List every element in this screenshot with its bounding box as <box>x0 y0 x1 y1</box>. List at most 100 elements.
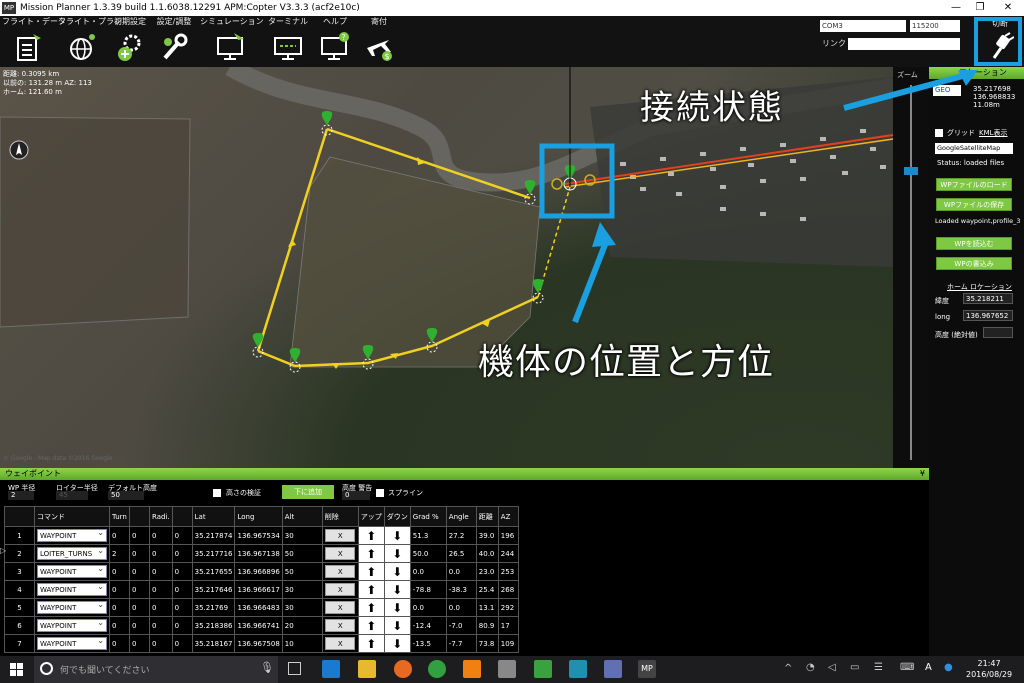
delete-button[interactable]: X <box>321 634 359 653</box>
chevron-up-icon[interactable]: ^ <box>784 663 792 674</box>
vlc-icon[interactable] <box>463 660 481 678</box>
lat-cell[interactable]: 35.218167 <box>191 634 236 653</box>
ime-mode-icon[interactable]: ● <box>944 662 953 673</box>
command-dropdown[interactable]: WAYPOINT <box>37 636 107 650</box>
baud-select[interactable]: 115200 <box>910 20 960 32</box>
command-dropdown[interactable]: LOITER_TURNS <box>37 546 107 560</box>
kml-link[interactable]: KML表示 <box>979 128 1008 138</box>
long-cell[interactable]: 136.967508 <box>234 634 283 653</box>
restore-icon[interactable]: ❐ <box>968 0 992 16</box>
lat-cell[interactable]: 35.217655 <box>191 562 236 581</box>
down-button[interactable]: ⬇ <box>383 634 411 653</box>
column-header[interactable]: アップ <box>357 506 385 527</box>
row-number[interactable]: 1 <box>4 526 35 545</box>
loiter-radius-field[interactable]: 45 <box>56 491 88 500</box>
load-wp-file-button[interactable]: WPファイルのロード <box>936 178 1012 191</box>
lat-cell[interactable]: 35.21769 <box>191 598 236 617</box>
delete-button[interactable]: X <box>321 580 359 599</box>
az-cell[interactable]: 268 <box>497 580 519 599</box>
alt-cell[interactable]: 50 <box>281 544 323 563</box>
row-number[interactable]: 3 <box>4 562 35 581</box>
row-number[interactable]: 5 <box>4 598 35 617</box>
up-button[interactable]: ⬆ <box>357 598 385 617</box>
command-select[interactable]: WAYPOINT <box>34 634 110 653</box>
wp-radius-field[interactable]: 2 <box>8 491 34 500</box>
command-select[interactable]: WAYPOINT <box>34 562 110 581</box>
grad-cell[interactable]: 51.3 <box>409 526 447 545</box>
az-cell[interactable]: 253 <box>497 562 519 581</box>
mission-planner-taskbar-icon[interactable]: MP <box>638 660 656 678</box>
add-below-button[interactable]: 下に追加 <box>282 485 334 499</box>
alt-cell[interactable]: 20 <box>281 616 323 635</box>
verify-height-checkbox[interactable] <box>213 489 221 497</box>
command-dropdown[interactable]: WAYPOINT <box>37 582 107 596</box>
up-button[interactable]: ⬆ <box>357 526 385 545</box>
delete-button[interactable]: X <box>321 526 359 545</box>
menu-initial-setup[interactable]: 初期設定 <box>110 16 150 67</box>
param-cell[interactable]: 0 <box>171 562 193 581</box>
link-stats-select[interactable] <box>848 38 960 50</box>
delete-button[interactable]: X <box>321 598 359 617</box>
param-cell[interactable]: 0 <box>109 562 130 581</box>
angle-cell[interactable]: -38.3 <box>445 580 477 599</box>
param-cell[interactable]: 0 <box>109 634 130 653</box>
map-type-select[interactable]: GoogleSatelliteMap <box>935 143 1013 154</box>
command-dropdown[interactable]: WAYPOINT <box>37 618 107 632</box>
angle-cell[interactable]: 0.0 <box>445 562 477 581</box>
app-icon[interactable] <box>498 660 516 678</box>
menu-flight-plan[interactable]: フライト・プラン <box>58 16 122 67</box>
table-row[interactable]: 6WAYPOINT000035.218386136.96674120X⬆⬇-12… <box>4 616 519 635</box>
param-cell[interactable]: 0 <box>149 580 173 599</box>
home-location-link[interactable]: ホーム ロケーション <box>947 282 1012 292</box>
delete-x[interactable]: X <box>325 565 356 578</box>
column-header[interactable]: Grad % <box>409 506 447 527</box>
long-cell[interactable]: 136.966741 <box>234 616 283 635</box>
column-header[interactable]: ダウン <box>383 506 411 527</box>
grad-cell[interactable]: 50.0 <box>409 544 447 563</box>
read-wp-button[interactable]: WPを読込む <box>936 237 1012 250</box>
row-number[interactable]: 6 <box>4 616 35 635</box>
param-cell[interactable]: 2 <box>109 544 130 563</box>
down-button[interactable]: ⬇ <box>383 544 411 563</box>
param-cell[interactable]: 0 <box>171 544 193 563</box>
firefox-icon[interactable] <box>394 660 412 678</box>
az-cell[interactable]: 109 <box>497 634 519 653</box>
microphone-icon[interactable]: 🎙 <box>260 661 274 674</box>
command-select[interactable]: WAYPOINT <box>34 616 110 635</box>
column-header[interactable]: コマンド <box>34 506 110 527</box>
home-lng-field[interactable]: 136.967652 <box>963 310 1013 321</box>
green-app-icon[interactable] <box>534 660 552 678</box>
up-button[interactable]: ⬆ <box>357 634 385 653</box>
column-header[interactable]: Alt <box>281 506 323 527</box>
collapse-icon[interactable]: ¥ <box>920 468 925 480</box>
delete-x[interactable]: X <box>325 637 356 650</box>
grad-cell[interactable]: -12.4 <box>409 616 447 635</box>
az-cell[interactable]: 244 <box>497 544 519 563</box>
dist-cell[interactable]: 80.9 <box>475 616 499 635</box>
column-header[interactable] <box>129 506 150 527</box>
edge-icon[interactable] <box>322 660 340 678</box>
column-header[interactable] <box>4 506 35 527</box>
delete-x[interactable]: X <box>325 547 356 560</box>
up-button[interactable]: ⬆ <box>357 562 385 581</box>
security-icon[interactable] <box>604 660 622 678</box>
spline-checkbox[interactable] <box>376 489 384 497</box>
param-cell[interactable]: 0 <box>109 526 130 545</box>
home-lat-field[interactable]: 35.218211 <box>963 293 1013 304</box>
command-dropdown[interactable]: WAYPOINT <box>37 600 107 614</box>
delete-x[interactable]: X <box>325 601 356 614</box>
long-cell[interactable]: 136.967534 <box>234 526 283 545</box>
close-icon[interactable]: ✕ <box>996 0 1020 16</box>
grad-cell[interactable]: 0.0 <box>409 598 447 617</box>
param-cell[interactable]: 0 <box>149 634 173 653</box>
lat-cell[interactable]: 35.218386 <box>191 616 236 635</box>
param-cell[interactable]: 0 <box>129 634 150 653</box>
grad-cell[interactable]: 0.0 <box>409 562 447 581</box>
file-explorer-icon[interactable] <box>358 660 376 678</box>
menu-terminal[interactable]: ターミナル <box>264 16 312 67</box>
row-number[interactable]: 2 <box>4 544 35 563</box>
notifications-icon[interactable]: ☰ <box>874 662 883 673</box>
row-number[interactable]: 4 <box>4 580 35 599</box>
param-cell[interactable]: 0 <box>149 598 173 617</box>
alt-cell[interactable]: 30 <box>281 580 323 599</box>
